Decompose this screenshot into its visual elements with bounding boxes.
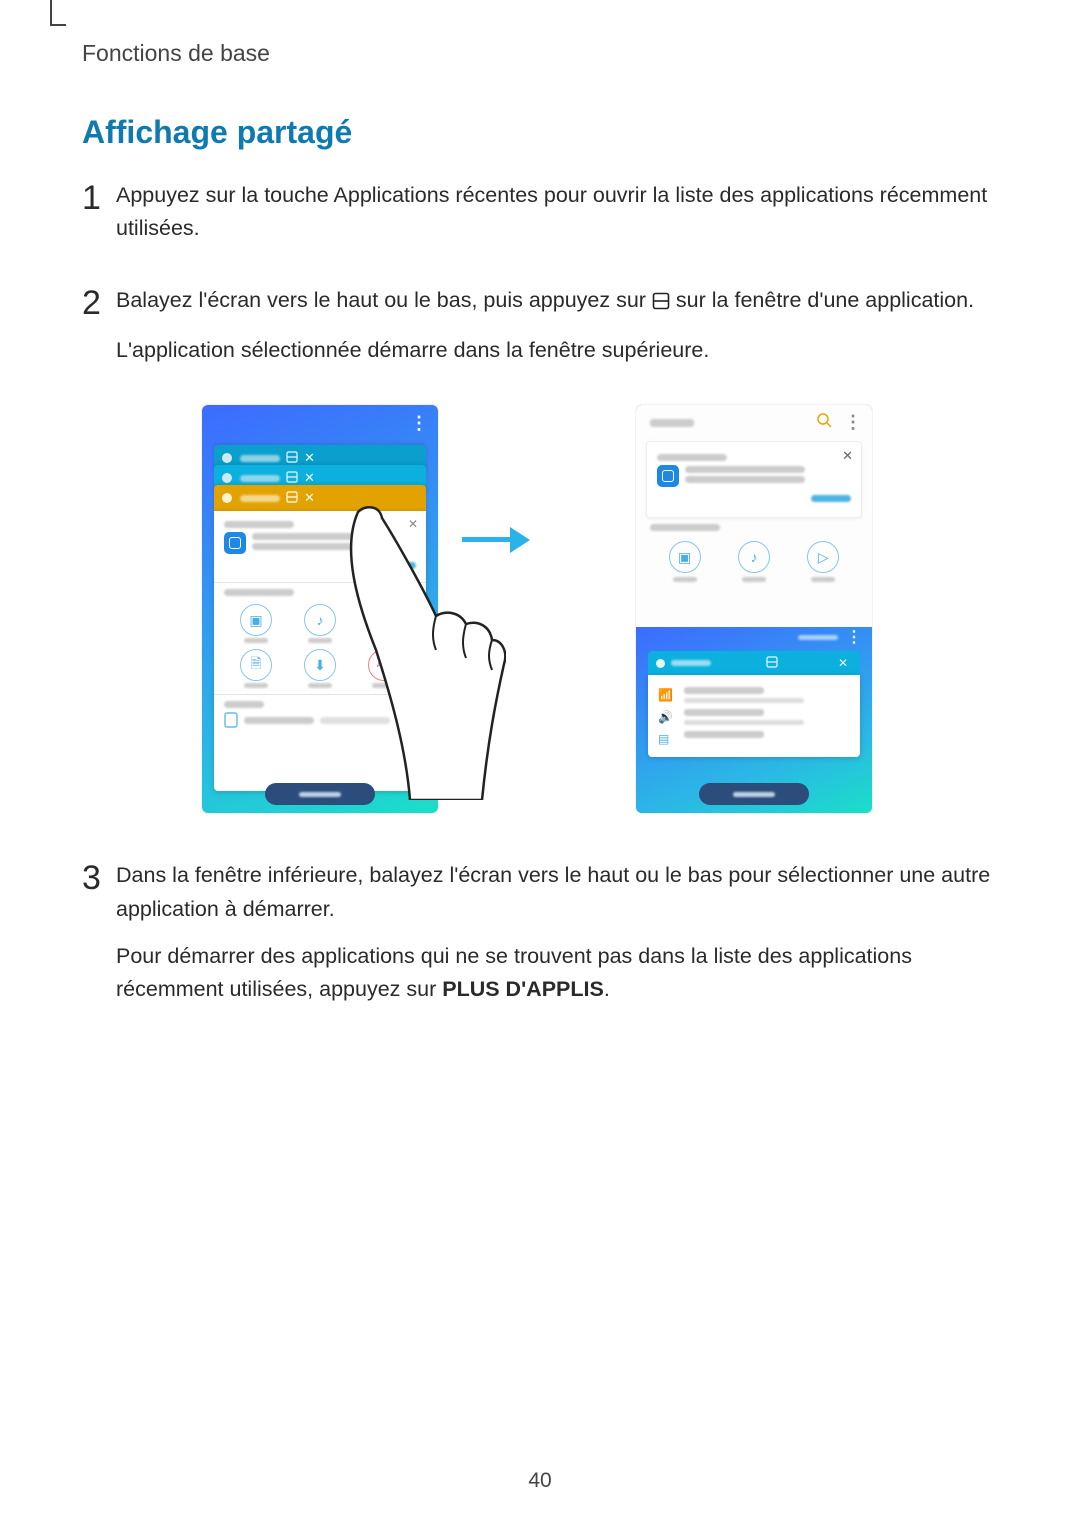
step-1-text: Appuyez sur la touche Applications récen… — [116, 179, 1002, 246]
split-window-icon — [652, 287, 670, 320]
search-icon — [816, 412, 832, 433]
step-number: 1 — [82, 179, 116, 215]
more-icon: ⋮ — [846, 627, 862, 647]
section-header: Fonctions de base — [82, 40, 270, 67]
close-icon: ✕ — [408, 517, 418, 531]
images-icon: ▣ — [669, 541, 701, 573]
more-apps-label: PLUS D'APPLIS — [442, 977, 604, 1001]
step-2: 2 Balayez l'écran vers le haut ou le bas… — [82, 284, 1002, 382]
split-icon — [766, 656, 778, 671]
split-icon — [286, 491, 298, 506]
close-icon: ✕ — [842, 448, 853, 464]
screen-split-view: ⋮ ✕ ▣ — [636, 405, 872, 813]
more-icon: ⋮ — [844, 412, 862, 433]
audio-icon: ♪ — [304, 604, 336, 636]
apk-icon: APK — [368, 649, 400, 681]
page-title: Affichage partagé — [82, 114, 1002, 151]
sound-icon: 🔊 — [658, 711, 674, 723]
arrow-icon — [462, 527, 534, 553]
secure-folder-icon — [224, 532, 246, 554]
step-2-line-1: Balayez l'écran vers le haut ou le bas, … — [116, 284, 974, 320]
video-icon: ▷ — [368, 604, 400, 636]
step-number: 2 — [82, 284, 116, 320]
video-icon: ▷ — [807, 541, 839, 573]
close-all-button — [265, 783, 375, 805]
step-3: 3 Dans la fenêtre inférieure, balayez l'… — [82, 859, 1002, 1020]
step-2-line-2: L'application sélectionnée démarre dans … — [116, 334, 974, 367]
app-card-header: ✕ — [648, 651, 860, 675]
step-1: 1 Appuyez sur la touche Applications réc… — [82, 179, 1002, 260]
images-icon: ▣ — [240, 604, 272, 636]
notifications-icon: ▤ — [658, 733, 674, 745]
connections-icon: 📶 — [658, 689, 674, 701]
screen-recent-apps: ⋮ ✕ ✕ — [202, 405, 438, 813]
audio-icon: ♪ — [738, 541, 770, 573]
step-number: 3 — [82, 859, 116, 895]
close-icon: ✕ — [304, 470, 315, 486]
step-3-line-2: Pour démarrer des applications qui ne se… — [116, 940, 1002, 1007]
illustration: ⋮ ✕ ✕ — [202, 405, 872, 825]
page-content: Affichage partagé 1 Appuyez sur la touch… — [82, 100, 1002, 1045]
close-icon: ✕ — [838, 656, 848, 670]
close-icon: ✕ — [304, 490, 315, 506]
page-tab-marker — [50, 0, 66, 26]
close-all-button — [699, 783, 809, 805]
secure-folder-icon — [657, 465, 679, 487]
split-icon — [286, 471, 298, 486]
app-card-body: ✕ ▣ ♪ ▷ — [214, 511, 426, 791]
device-icon — [224, 712, 238, 728]
documents-icon: 🗎 — [240, 649, 272, 681]
more-icon: ⋮ — [410, 413, 428, 434]
app-card-header-3: ✕ — [214, 485, 426, 511]
top-pane: ⋮ ✕ ▣ — [636, 405, 872, 627]
close-icon: ✕ — [304, 450, 315, 466]
page-number: 40 — [528, 1469, 551, 1493]
downloads-icon: ⬇ — [304, 649, 336, 681]
split-icon — [286, 451, 298, 466]
step-3-line-1: Dans la fenêtre inférieure, balayez l'éc… — [116, 859, 1002, 926]
